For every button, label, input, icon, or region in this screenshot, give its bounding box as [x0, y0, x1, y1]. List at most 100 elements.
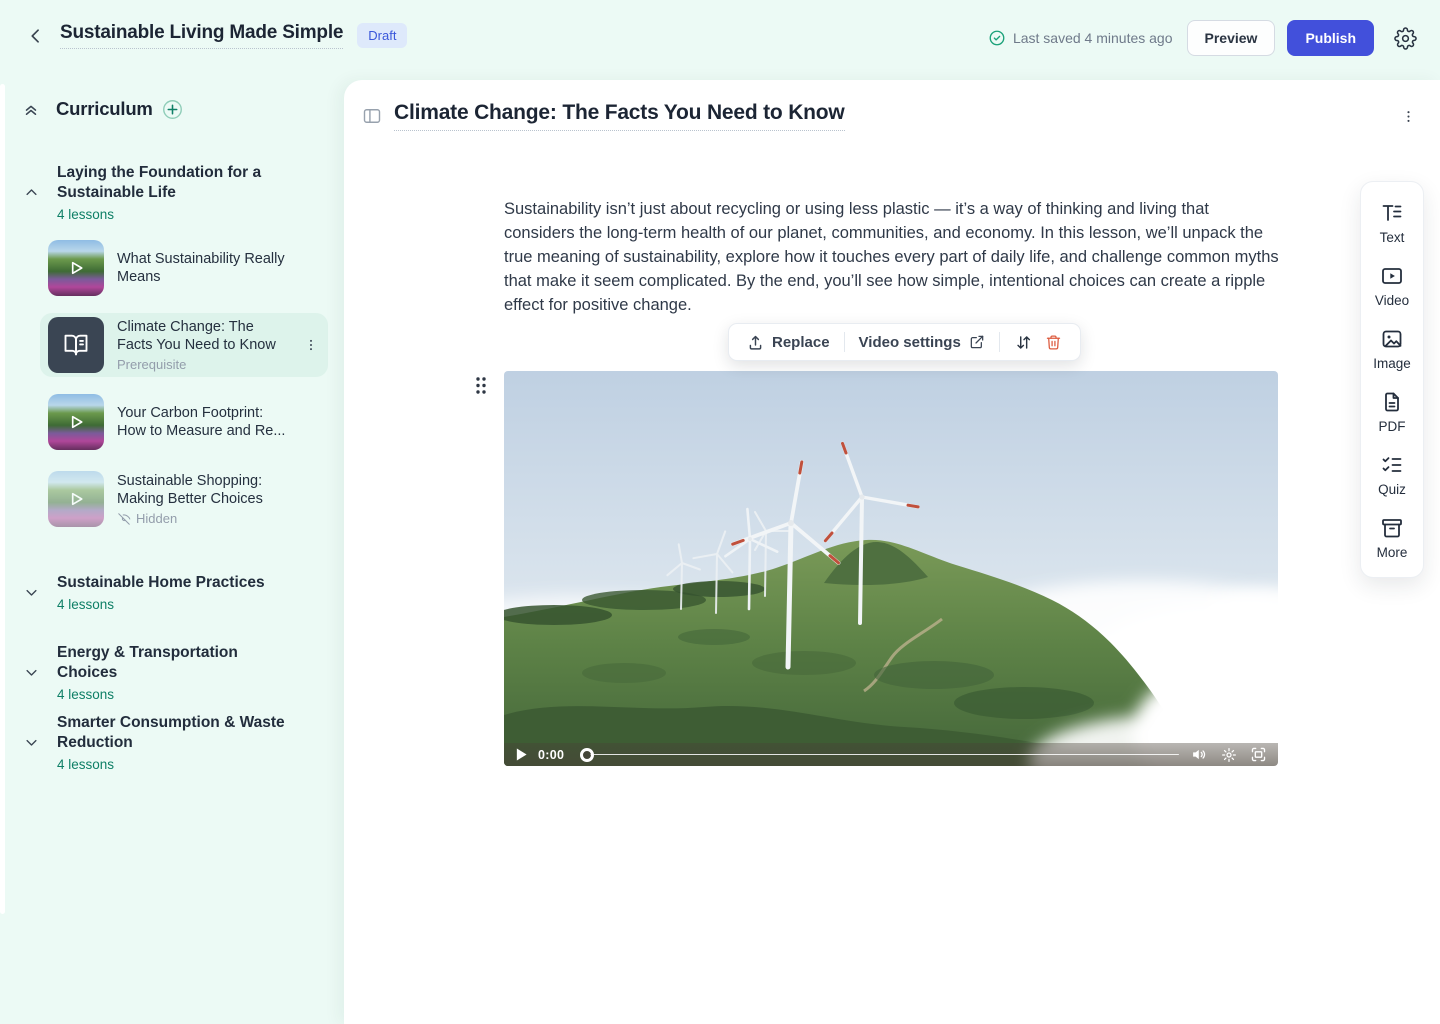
- insert-more-button[interactable]: More: [1377, 516, 1408, 560]
- lesson-item-selected[interactable]: Climate Change: The Facts You Need to Kn…: [40, 313, 328, 377]
- move-block-button[interactable]: [1008, 333, 1039, 352]
- play-icon: [65, 488, 87, 510]
- curriculum-sidebar: Curriculum Laying the Foundation for a S…: [0, 84, 344, 1024]
- video-settings-button[interactable]: Video settings: [853, 334, 991, 351]
- video-volume-button[interactable]: [1191, 746, 1208, 763]
- reading-lesson-tile: [48, 317, 104, 373]
- toolbar-divider: [999, 332, 1000, 352]
- video-scene-wind-turbines: [504, 371, 1278, 766]
- curriculum-header: Curriculum: [22, 98, 183, 120]
- back-button[interactable]: [24, 24, 48, 48]
- play-icon: [515, 747, 528, 762]
- section-title: Smarter Consumption & Waste Reduction: [57, 713, 297, 753]
- publish-button[interactable]: Publish: [1287, 20, 1374, 56]
- quiz-block-icon: [1380, 453, 1404, 477]
- replace-video-button[interactable]: Replace: [741, 334, 836, 351]
- chevron-up-icon[interactable]: [24, 185, 39, 200]
- status-badge: Draft: [357, 23, 407, 48]
- settings-icon: [1221, 747, 1237, 763]
- trash-icon: [1045, 334, 1062, 351]
- add-section-button[interactable]: [162, 99, 183, 120]
- block-drag-handle[interactable]: [475, 376, 487, 395]
- external-link-icon: [969, 334, 985, 350]
- swap-vertical-icon: [1014, 333, 1033, 352]
- image-block-icon: [1380, 327, 1404, 351]
- play-icon: [65, 257, 87, 279]
- curriculum-title: Curriculum: [56, 98, 153, 120]
- chevron-down-icon[interactable]: [24, 735, 39, 750]
- lesson-list: What Sustainability Really Means Climate…: [40, 236, 328, 544]
- section-title: Sustainable Home Practices: [57, 573, 297, 593]
- kebab-menu-icon: [304, 338, 318, 352]
- insert-video-button[interactable]: Video: [1375, 264, 1409, 308]
- lesson-intro-paragraph[interactable]: Sustainability isn’t just about recyclin…: [504, 197, 1282, 317]
- video-progress-line: [590, 754, 1179, 756]
- autosave-status: Last saved 4 minutes ago: [988, 29, 1173, 47]
- fullscreen-icon: [1250, 746, 1267, 763]
- insert-quiz-button[interactable]: Quiz: [1378, 453, 1406, 497]
- lesson-item-video-1[interactable]: What Sustainability Really Means: [40, 236, 328, 300]
- insert-text-button[interactable]: Text: [1380, 201, 1405, 245]
- sidebar-toggle-icon[interactable]: [362, 106, 382, 126]
- video-play-button[interactable]: [515, 747, 528, 762]
- video-scrubber-handle[interactable]: [580, 748, 594, 762]
- header-right: Last saved 4 minutes ago Preview Publish: [988, 20, 1418, 56]
- lesson-editor-card: Climate Change: The Facts You Need to Kn…: [344, 80, 1440, 1024]
- lesson-options-button[interactable]: [1401, 109, 1416, 124]
- section-title: Laying the Foundation for a Sustainable …: [57, 163, 297, 203]
- text-block-icon: [1380, 201, 1404, 225]
- chevron-down-icon[interactable]: [24, 585, 39, 600]
- lesson-header: Climate Change: The Facts You Need to Kn…: [362, 101, 1416, 131]
- play-icon: [65, 411, 87, 433]
- delete-block-button[interactable]: [1039, 334, 1068, 351]
- video-player[interactable]: 0:00: [504, 371, 1278, 766]
- settings-button[interactable]: [1392, 25, 1418, 51]
- drag-dots-icon: [475, 376, 487, 395]
- video-thumbnail: [48, 394, 104, 450]
- video-controls-bar: 0:00: [504, 743, 1278, 766]
- gear-icon: [1394, 27, 1417, 50]
- video-time: 0:00: [538, 748, 564, 762]
- section-meta: 4 lessons: [57, 757, 297, 772]
- section-meta: 4 lessons: [57, 597, 297, 612]
- last-saved-text: Last saved 4 minutes ago: [1013, 30, 1173, 46]
- insert-block-panel: Text Video Image PDF Quiz More: [1360, 181, 1424, 578]
- chevron-left-icon: [26, 26, 46, 46]
- video-block-toolbar: Replace Video settings: [728, 323, 1081, 361]
- lesson-tag-prerequisite: Prerequisite: [117, 357, 293, 372]
- insert-pdf-button[interactable]: PDF: [1379, 390, 1406, 434]
- lesson-title: Your Carbon Footprint: How to Measure an…: [117, 404, 293, 440]
- lesson-item-video-2[interactable]: Your Carbon Footprint: How to Measure an…: [40, 390, 328, 454]
- more-block-icon: [1380, 516, 1404, 540]
- insert-image-button[interactable]: Image: [1373, 327, 1411, 371]
- sidebar-section-1[interactable]: Laying the Foundation for a Sustainable …: [0, 163, 344, 222]
- lesson-tag-hidden: Hidden: [117, 511, 293, 526]
- video-thumbnail: [48, 240, 104, 296]
- video-progress-track[interactable]: [580, 748, 1179, 762]
- lesson-item-video-3[interactable]: Sustainable Shopping: Making Better Choi…: [40, 467, 328, 531]
- sidebar-section-3[interactable]: Energy & Transportation Choices 4 lesson…: [0, 643, 344, 702]
- chevron-down-icon[interactable]: [24, 665, 39, 680]
- lesson-menu-button[interactable]: [304, 338, 318, 352]
- eye-off-icon: [117, 512, 131, 526]
- video-fullscreen-button[interactable]: [1250, 746, 1267, 763]
- upload-icon: [747, 334, 764, 351]
- lesson-page-title[interactable]: Climate Change: The Facts You Need to Kn…: [394, 101, 845, 131]
- section-title: Energy & Transportation Choices: [57, 643, 297, 683]
- course-title[interactable]: Sustainable Living Made Simple: [60, 22, 343, 49]
- lesson-title: Climate Change: The Facts You Need to Kn…: [117, 318, 293, 354]
- check-circle-icon: [988, 29, 1006, 47]
- preview-button[interactable]: Preview: [1187, 20, 1276, 56]
- kebab-menu-icon: [1401, 109, 1416, 124]
- video-thumbnail-hidden: [48, 471, 104, 527]
- toolbar-divider: [844, 332, 845, 352]
- sidebar-section-2[interactable]: Sustainable Home Practices 4 lessons: [0, 573, 344, 612]
- section-meta: 4 lessons: [57, 687, 297, 702]
- collapse-all-icon[interactable]: [22, 100, 40, 118]
- volume-icon: [1191, 746, 1208, 763]
- lesson-title: What Sustainability Really Means: [117, 250, 293, 286]
- book-open-icon: [62, 331, 90, 359]
- video-settings-button-player[interactable]: [1221, 747, 1237, 763]
- sidebar-section-4[interactable]: Smarter Consumption & Waste Reduction 4 …: [0, 713, 344, 772]
- pdf-block-icon: [1380, 390, 1404, 414]
